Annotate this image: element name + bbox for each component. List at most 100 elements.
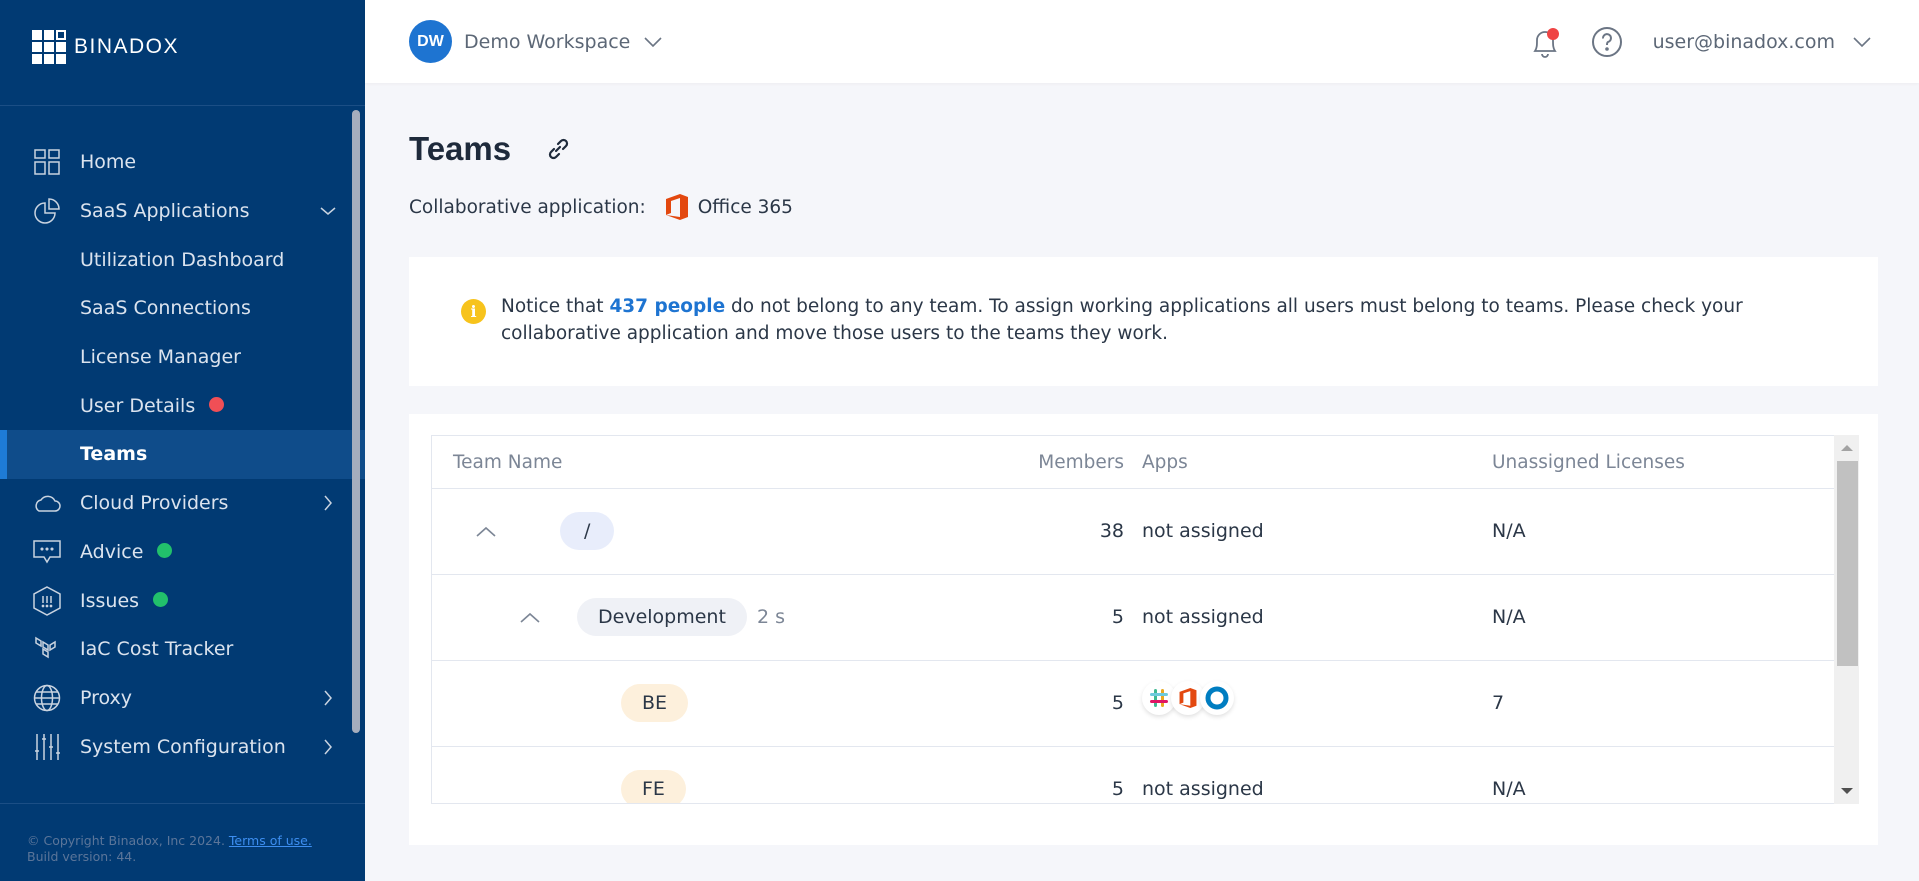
teams-table-card: Team Name Members Apps Unassigned Licens…	[409, 414, 1878, 845]
sidebar-item-label: Utilization Dashboard	[80, 248, 285, 271]
sidebar-item-teams[interactable]: Teams	[0, 430, 365, 479]
sidebar-item-saas-connections[interactable]: SaaS Connections	[0, 284, 365, 333]
pie-chart-icon	[33, 197, 61, 225]
workspace-name: Demo Workspace	[464, 30, 631, 53]
apps-value: not assigned	[1142, 520, 1264, 542]
unassigned-people-link[interactable]: 437 people	[609, 296, 725, 317]
sidebar-item-label-wrap: User Details	[80, 394, 225, 417]
sidebar-item-proxy[interactable]: Proxy	[0, 674, 365, 723]
sidebar-item-license-manager[interactable]: License Manager	[0, 333, 365, 382]
sidebar-item-label: SaaS Applications	[80, 200, 250, 223]
top-header: DW Demo Workspace user@binadox.com	[365, 0, 1919, 83]
chevron-down-icon	[320, 207, 336, 216]
sidebar-item-cloud-providers[interactable]: Cloud Providers	[0, 479, 365, 528]
team-pill[interactable]: FE	[621, 770, 686, 803]
table-row[interactable]: / 38 not assigned N/A	[432, 489, 1834, 575]
hexagon-alert-icon	[33, 585, 61, 616]
sidebar-scrollbar[interactable]	[352, 110, 360, 733]
sidebar-item-user-details[interactable]: User Details	[0, 381, 365, 430]
chat-bubble-icon	[33, 538, 61, 566]
status-dot	[157, 542, 173, 558]
notice-banner: i Notice that 437 people do not belong t…	[409, 257, 1878, 386]
sidebar-item-label-wrap: Advice	[80, 540, 173, 563]
table-header: Team Name Members Apps Unassigned Licens…	[432, 436, 1834, 489]
sidebar-divider	[0, 803, 365, 804]
chevron-down-icon[interactable]	[1851, 31, 1873, 53]
column-header-members[interactable]: Members	[1038, 452, 1124, 473]
scroll-up-arrow-icon[interactable]	[1841, 445, 1853, 451]
notifications-button[interactable]	[1529, 24, 1561, 60]
sidebar-item-issues[interactable]: Issues	[0, 576, 365, 625]
members-count: 5	[1111, 778, 1124, 800]
notice-text: Notice that 437 people do not belong to …	[501, 293, 1801, 347]
column-header-team-name[interactable]: Team Name	[453, 452, 562, 473]
table-scrollbar[interactable]	[1834, 435, 1859, 804]
scroll-down-arrow-icon[interactable]	[1841, 788, 1853, 794]
sidebar-item-label: Proxy	[80, 686, 133, 709]
scrollbar-thumb[interactable]	[1837, 461, 1858, 666]
sliders-icon	[33, 733, 61, 761]
chevron-up-icon[interactable]	[517, 605, 543, 631]
licenses-value: N/A	[1492, 520, 1526, 542]
apps-value: not assigned	[1142, 778, 1264, 800]
chevron-up-icon[interactable]	[473, 519, 499, 545]
sidebar-item-utilization-dashboard[interactable]: Utilization Dashboard	[0, 235, 365, 284]
sidebar-item-saas-applications[interactable]: SaaS Applications	[0, 187, 365, 236]
alert-dot	[209, 396, 225, 412]
header-actions: user@binadox.com	[1529, 20, 1873, 63]
sidebar-item-iac-cost-tracker[interactable]: IaC Cost Tracker	[0, 625, 365, 674]
chevron-right-icon	[324, 690, 332, 706]
table-row[interactable]: FE 5 not assigned N/A	[432, 747, 1834, 803]
team-pill[interactable]: Development	[577, 598, 747, 636]
sidebar-item-label: Home	[80, 151, 137, 174]
title-row: Teams	[409, 130, 571, 168]
sidebar-item-label: Issues	[80, 589, 140, 612]
sidebar-item-label-wrap: Issues	[80, 589, 169, 612]
sidebar-item-label: Advice	[80, 540, 144, 563]
chevron-right-icon	[324, 495, 332, 511]
members-count: 5	[1111, 606, 1124, 628]
info-icon: i	[461, 299, 486, 324]
members-count: 5	[1111, 692, 1124, 714]
binadox-logo[interactable]: BINADOX	[32, 30, 179, 64]
link-icon[interactable]	[545, 136, 571, 162]
status-dot	[153, 591, 169, 607]
sidebar-item-label: System Configuration	[80, 735, 286, 758]
sidebar-item-label: IaC Cost Tracker	[80, 638, 234, 661]
office365-icon	[665, 194, 688, 220]
dashboard-grid-icon	[33, 148, 61, 176]
table-row[interactable]: Development 2 s 5 not assigned N/A	[432, 575, 1834, 661]
sidebar-divider	[0, 105, 365, 106]
licenses-value: 7	[1492, 692, 1505, 714]
sidebar-item-label: Teams	[80, 443, 148, 466]
chevron-right-icon	[324, 739, 332, 755]
table-row[interactable]: BE 5 7	[432, 661, 1834, 747]
sidebar-item-system-configuration[interactable]: System Configuration	[0, 722, 365, 771]
apps-value: not assigned	[1142, 606, 1264, 628]
licenses-value: N/A	[1492, 778, 1526, 800]
team-pill[interactable]: BE	[621, 684, 689, 722]
help-icon[interactable]	[1591, 26, 1623, 58]
sidebar-item-label: SaaS Connections	[80, 297, 251, 320]
column-header-unassigned-licenses[interactable]: Unassigned Licenses	[1492, 452, 1685, 473]
workspace-selector[interactable]: DW Demo Workspace	[409, 20, 664, 63]
collab-label: Collaborative application:	[409, 196, 646, 218]
sidebar-item-label: User Details	[80, 394, 196, 417]
sidebar-nav: Home SaaS Applications Utilization Dashb…	[0, 138, 365, 771]
okta-icon[interactable]	[1200, 681, 1234, 715]
sidebar: BINADOX Home SaaS Applications Utilizati…	[0, 0, 365, 881]
user-email[interactable]: user@binadox.com	[1653, 31, 1835, 53]
logo-grid-icon	[32, 30, 66, 64]
sidebar-footer: © Copyright Binadox, Inc 2024. Terms of …	[27, 833, 312, 865]
globe-icon	[33, 684, 61, 712]
team-pill[interactable]: /	[560, 512, 615, 550]
sidebar-item-home[interactable]: Home	[0, 138, 365, 187]
column-header-apps[interactable]: Apps	[1142, 452, 1188, 473]
terms-of-use-link[interactable]: Terms of use.	[229, 833, 312, 848]
cloud-icon	[33, 489, 61, 517]
sidebar-item-label: License Manager	[80, 346, 241, 369]
assigned-apps	[1142, 681, 1234, 715]
sidebar-item-label: Cloud Providers	[80, 492, 229, 515]
sidebar-item-advice[interactable]: Advice	[0, 528, 365, 577]
collab-app-name: Office 365	[697, 196, 793, 218]
